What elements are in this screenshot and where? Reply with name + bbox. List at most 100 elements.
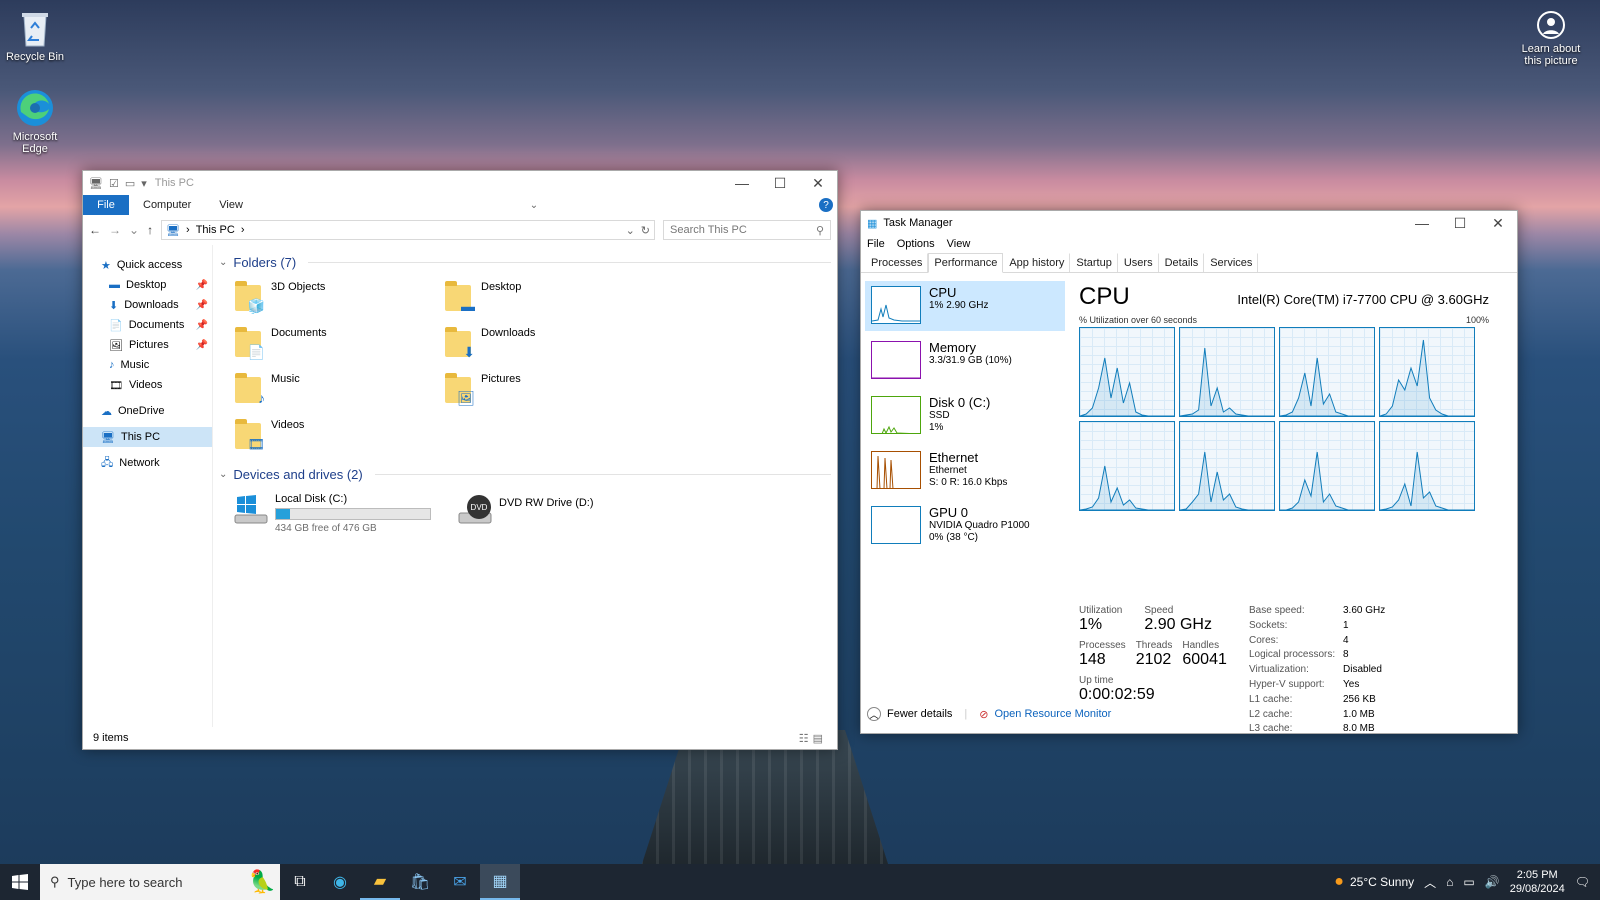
nav-documents[interactable]: 📄 Documents 📌 (83, 315, 212, 335)
clock[interactable]: 2:05 PM 29/08/2024 (1510, 868, 1565, 896)
close-button[interactable]: ✕ (799, 171, 837, 195)
help-icon[interactable]: ? (819, 198, 833, 212)
resource-detail: 1% (929, 422, 944, 433)
spec-value: Yes (1343, 678, 1360, 690)
devices-section-header[interactable]: ⌄ Devices and drives (2) (219, 465, 831, 483)
volume-icon[interactable]: 🔊 (1485, 875, 1500, 889)
taskbar-search[interactable]: ⚲ Type here to search 🦜 (40, 864, 280, 900)
nav-videos[interactable]: 🎞 Videos (83, 375, 212, 395)
view-toggle-icons[interactable]: ☷▤ (799, 732, 827, 745)
resource-gpu[interactable]: GPU 0 NVIDIA Quadro P1000 0% (38 °C) (865, 501, 1065, 551)
breadcrumb-chevron-icon[interactable]: › (186, 224, 190, 236)
folder-documents[interactable]: 📄 Documents (233, 323, 443, 369)
resource-detail: Ethernet (929, 465, 967, 476)
nav-music[interactable]: ♪ Music (83, 355, 212, 375)
expand-ribbon-icon[interactable]: ⌄ (530, 200, 538, 211)
windows-logo-icon (12, 874, 28, 890)
tab-startup[interactable]: Startup (1070, 253, 1118, 272)
weather-widget[interactable]: ● 25°C Sunny (1334, 873, 1414, 891)
folders-section-header[interactable]: ⌄ Folders (7) (219, 253, 831, 271)
cpu-core-graphs[interactable] (1079, 327, 1489, 511)
menu-options[interactable]: Options (897, 238, 935, 250)
taskbar-task-manager[interactable]: ▦ (480, 864, 520, 900)
address-bar[interactable]: 🖥 › This PC › ⌄ ↻ (161, 220, 655, 240)
learn-about-picture[interactable]: Learn about this picture (1516, 10, 1586, 67)
resource-ethernet[interactable]: Ethernet Ethernet S: 0 R: 16.0 Kbps (865, 446, 1065, 496)
tab-performance[interactable]: Performance (928, 253, 1004, 273)
customize-quick-access-icon[interactable]: ▾ (141, 177, 147, 190)
folder-3d-objects[interactable]: 🧊 3D Objects (233, 277, 443, 323)
tab-processes[interactable]: Processes (865, 253, 929, 272)
tab-users[interactable]: Users (1118, 253, 1159, 272)
spec-label: Base speed: (1249, 605, 1305, 616)
recycle-bin-shortcut[interactable]: Recycle Bin (0, 8, 70, 63)
drive-usage-fill (276, 509, 290, 519)
up-arrow-icon[interactable]: ↑ (147, 223, 153, 237)
taskbar-mail[interactable]: ✉ (440, 864, 480, 900)
tab-services[interactable]: Services (1204, 253, 1259, 272)
maximize-button[interactable]: ☐ (1441, 211, 1479, 235)
file-tab[interactable]: File (83, 195, 129, 215)
tab-details[interactable]: Details (1159, 253, 1205, 272)
menu-view[interactable]: View (947, 238, 971, 250)
forward-arrow-icon[interactable]: → (109, 223, 121, 237)
drive-c[interactable]: Local Disk (C:) 434 GB free of 476 GB (233, 493, 443, 534)
cpu-heading: CPU (1079, 283, 1130, 310)
show-hidden-icons-icon[interactable]: ︿ (1424, 874, 1436, 891)
taskbar-file-explorer[interactable]: ▰ (360, 864, 400, 900)
cloud-icon: ☁ (101, 405, 112, 418)
folder-downloads[interactable]: ⬇ Downloads (443, 323, 653, 369)
maximize-button[interactable]: ☐ (761, 171, 799, 195)
folder-videos[interactable]: 🎞 Videos (233, 415, 443, 461)
nav-desktop[interactable]: ▬ Desktop 📌 (83, 275, 212, 295)
start-button[interactable] (0, 864, 40, 900)
this-pc-icon: 🖥 (89, 177, 103, 190)
minimize-button[interactable]: — (1403, 211, 1441, 235)
nav-network[interactable]: 🖧 Network (83, 453, 212, 473)
refresh-icon[interactable]: ↻ (641, 224, 654, 237)
nav-pictures[interactable]: 🖼 Pictures 📌 (83, 335, 212, 355)
address-dropdown-icon[interactable]: ⌄ (626, 224, 635, 237)
network-icon[interactable]: ▭ (1463, 875, 1474, 889)
nav-quick-access[interactable]: ★ Quick access (83, 255, 212, 275)
meet-now-icon[interactable]: ⌂ (1446, 875, 1453, 889)
open-resource-monitor-link[interactable]: ⊘ Open Resource Monitor (979, 708, 1111, 721)
folder-music[interactable]: ♪ Music (233, 369, 443, 415)
folder-overlay-icon: ♪ (258, 390, 265, 406)
taskbar-store[interactable]: 🛍 (400, 864, 440, 900)
new-folder-icon[interactable]: ▭ (125, 177, 135, 190)
breadcrumb-this-pc[interactable]: This PC (196, 224, 235, 236)
resource-memory[interactable]: Memory 3.3/31.9 GB (10%) (865, 336, 1065, 386)
nav-downloads[interactable]: ⬇ Downloads 📌 (83, 295, 212, 315)
properties-icon[interactable]: ☑ (109, 177, 119, 190)
spec-label: Virtualization: (1249, 664, 1309, 676)
minimize-button[interactable]: — (723, 171, 761, 195)
notifications-icon[interactable]: 🗨 (1575, 875, 1590, 889)
nav-onedrive[interactable]: ☁ OneDrive (83, 401, 212, 421)
menu-file[interactable]: File (867, 238, 885, 250)
close-button[interactable]: ✕ (1479, 211, 1517, 235)
back-arrow-icon[interactable]: ← (89, 223, 101, 237)
folder-desktop[interactable]: ▬ Desktop (443, 277, 653, 323)
search-input[interactable]: Search This PC ⚲ (663, 220, 831, 240)
resource-disk[interactable]: Disk 0 (C:) SSD 1% (865, 391, 1065, 441)
drive-name: DVD RW Drive (D:) (499, 497, 594, 509)
spec-value: Disabled (1343, 664, 1382, 676)
breadcrumb-chevron-icon[interactable]: › (241, 224, 245, 236)
edge-shortcut[interactable]: Microsoft Edge (0, 88, 70, 155)
task-view-button[interactable]: ⧉ (280, 864, 320, 900)
fewer-details-button[interactable]: ︿ Fewer details (867, 707, 952, 721)
tab-view[interactable]: View (205, 195, 257, 215)
folder-label: Pictures (481, 373, 521, 385)
taskbar-edge[interactable]: ◉ (320, 864, 360, 900)
resource-cpu[interactable]: CPU 1% 2.90 GHz (865, 281, 1065, 331)
nav-this-pc[interactable]: 🖥 This PC (83, 427, 212, 447)
task-view-icon: ⧉ (294, 873, 306, 890)
tab-computer[interactable]: Computer (129, 195, 205, 215)
tab-app-history[interactable]: App history (1003, 253, 1071, 272)
recent-locations-icon[interactable]: ⌄ (129, 223, 139, 237)
drive-d[interactable]: DVD DVD RW Drive (D:) (457, 493, 667, 534)
taskmgr-icon: ▦ (867, 217, 878, 230)
folder-pictures[interactable]: 🖼 Pictures (443, 369, 653, 415)
resource-name: Ethernet (929, 450, 979, 465)
